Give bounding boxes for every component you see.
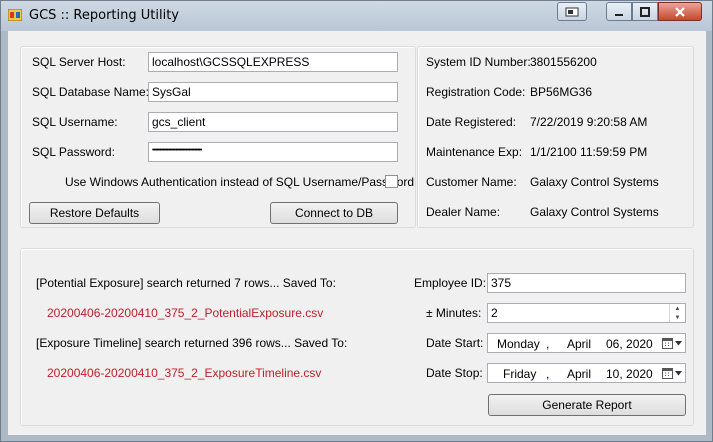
- dealer-value: Galaxy Control Systems: [530, 205, 659, 219]
- registration-value: BP56MG36: [530, 85, 593, 99]
- registration-label: Registration Code:: [426, 85, 526, 99]
- chevron-down-icon: [675, 340, 682, 345]
- date-stop-picker[interactable]: Friday , April 10, 2020: [487, 363, 686, 383]
- generate-report-button[interactable]: Generate Report: [488, 394, 686, 416]
- minimize-button[interactable]: [606, 2, 632, 21]
- employee-id-input[interactable]: 375: [487, 273, 686, 293]
- minimize-icon: [615, 13, 623, 16]
- minutes-value: 2: [491, 306, 498, 320]
- minutes-label: ± Minutes:: [426, 306, 482, 320]
- windows-auth-checkbox[interactable]: [385, 175, 398, 188]
- system-id-label: System ID Number:: [426, 55, 531, 69]
- dealer-label: Dealer Name:: [426, 205, 501, 219]
- potential-exposure-file-link[interactable]: 20200406-20200410_375_2_PotentialExposur…: [47, 306, 323, 320]
- app-window: GCS :: Reporting Utility SQL Server Host…: [0, 0, 713, 442]
- password-input[interactable]: ••••••••••••••••••••••••••••••••••: [148, 142, 398, 162]
- potential-exposure-message: [Potential Exposure] search returned 7 r…: [36, 276, 336, 290]
- username-label: SQL Username:: [32, 115, 118, 129]
- maximize-button[interactable]: [632, 2, 658, 21]
- maintenance-value: 1/1/2100 11:59:59 PM: [530, 145, 648, 159]
- app-icon: [8, 9, 22, 21]
- report-group: [Potential Exposure] search returned 7 r…: [20, 248, 694, 426]
- title-bar[interactable]: GCS :: Reporting Utility: [1, 1, 712, 31]
- connect-db-button[interactable]: Connect to DB: [270, 202, 398, 224]
- window-title: GCS :: Reporting Utility: [29, 8, 179, 23]
- date-start-weekday[interactable]: Monday: [497, 337, 540, 351]
- date-start-label: Date Start:: [426, 336, 484, 350]
- date-registered-value: 7/22/2019 9:20:58 AM: [530, 115, 648, 129]
- minutes-spin-buttons[interactable]: ▲ ▼: [669, 304, 685, 322]
- spin-up-icon[interactable]: ▲: [670, 304, 685, 313]
- close-button[interactable]: [658, 2, 702, 21]
- restore-window-icon: [565, 7, 579, 16]
- date-start-day-year[interactable]: 06, 2020: [606, 337, 653, 351]
- chevron-down-icon: [675, 370, 682, 375]
- customer-label: Customer Name:: [426, 175, 517, 189]
- date-stop-weekday[interactable]: Friday: [503, 367, 536, 381]
- date-stop-day-year[interactable]: 10, 2020: [606, 367, 653, 381]
- date-start-dropdown-button[interactable]: [658, 336, 682, 350]
- date-stop-dropdown-button[interactable]: [658, 366, 682, 380]
- server-host-label: SQL Server Host:: [32, 55, 126, 69]
- system-info-group: System ID Number: 3801556200 Registratio…: [417, 46, 694, 228]
- connection-group: SQL Server Host: localhost\GCSSQLEXPRESS…: [20, 46, 416, 228]
- spin-down-icon[interactable]: ▼: [670, 313, 685, 322]
- server-host-input[interactable]: localhost\GCSSQLEXPRESS: [148, 52, 398, 72]
- database-label: SQL Database Name:: [32, 85, 149, 99]
- minutes-stepper[interactable]: 2 ▲ ▼: [487, 303, 686, 323]
- maximize-icon: [640, 6, 650, 17]
- date-registered-label: Date Registered:: [426, 115, 517, 129]
- employee-id-label: Employee ID:: [414, 276, 487, 290]
- date-start-sep: ,: [546, 337, 550, 351]
- client-area: SQL Server Host: localhost\GCSSQLEXPRESS…: [8, 31, 706, 435]
- restore-defaults-button[interactable]: Restore Defaults: [29, 202, 160, 224]
- date-stop-label: Date Stop:: [426, 366, 483, 380]
- maintenance-label: Maintenance Exp:: [426, 145, 523, 159]
- calendar-icon: [662, 337, 673, 349]
- username-input[interactable]: gcs_client: [148, 112, 398, 132]
- calendar-icon: [662, 367, 673, 379]
- close-icon: [675, 6, 685, 17]
- date-start-month[interactable]: April: [567, 337, 591, 351]
- database-input[interactable]: SysGal: [148, 82, 398, 102]
- restore-window-button[interactable]: [557, 2, 587, 21]
- customer-value: Galaxy Control Systems: [530, 175, 659, 189]
- password-label: SQL Password:: [32, 145, 115, 159]
- exposure-timeline-file-link[interactable]: 20200406-20200410_375_2_ExposureTimeline…: [47, 366, 321, 380]
- exposure-timeline-message: [Exposure Timeline] search returned 396 …: [36, 336, 348, 350]
- windows-auth-label: Use Windows Authentication instead of SQ…: [65, 175, 415, 189]
- system-id-value: 3801556200: [530, 55, 597, 69]
- date-stop-month[interactable]: April: [567, 367, 591, 381]
- date-stop-sep: ,: [546, 367, 550, 381]
- date-start-picker[interactable]: Monday , April 06, 2020: [487, 333, 686, 353]
